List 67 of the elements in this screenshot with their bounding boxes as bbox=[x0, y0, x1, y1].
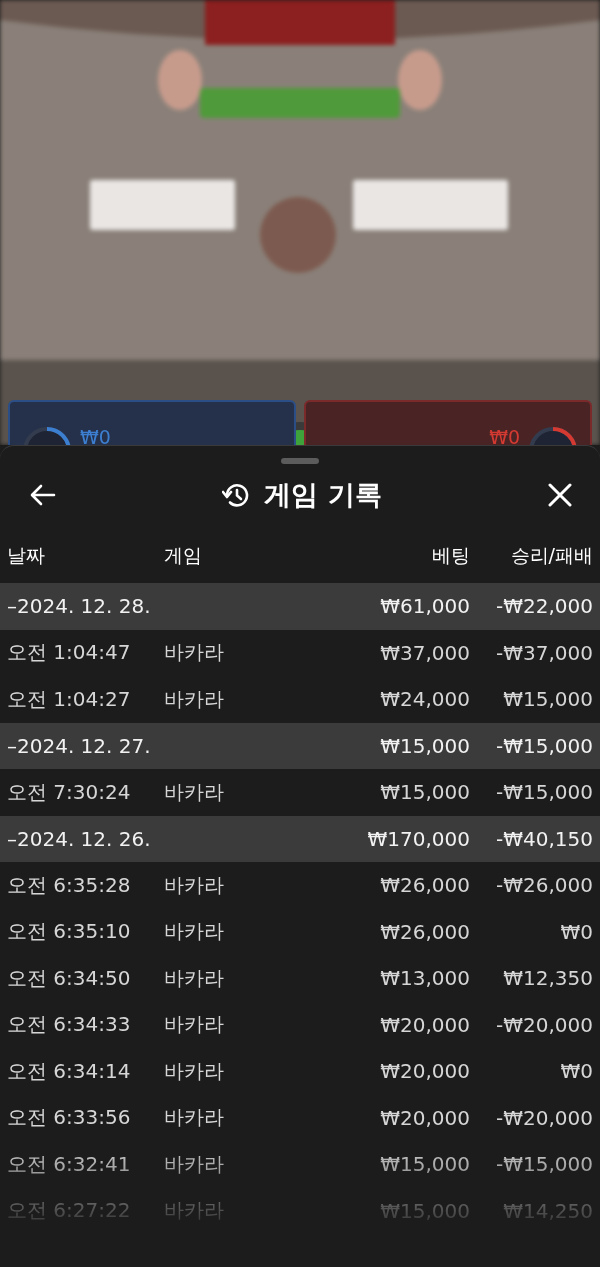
result-cell-text: -₩20,000 bbox=[495, 1105, 593, 1130]
game-cell-text: 바카라 bbox=[163, 918, 225, 946]
game-cell-text: 바카라 bbox=[163, 1057, 225, 1085]
time-cell-text: 오전 6:34:14 bbox=[7, 1057, 132, 1085]
time-cell-text: 오전 6:32:41 bbox=[7, 1150, 132, 1178]
bet-total: ₩15,000 bbox=[379, 733, 470, 758]
game-cell-text: 바카라 bbox=[163, 1011, 225, 1039]
sheet-title: 게임 기록 bbox=[264, 478, 382, 512]
history-icon bbox=[222, 482, 251, 508]
result-cell-text: ₩0 bbox=[559, 1059, 593, 1084]
column-header: 날짜 bbox=[7, 542, 46, 568]
bet-cell-text: ₩37,000 bbox=[379, 640, 470, 665]
close-icon[interactable] bbox=[548, 483, 572, 507]
time-cell-text: 오전 6:33:56 bbox=[7, 1104, 132, 1132]
result-cell-text: -₩26,000 bbox=[495, 873, 593, 898]
bet-cell-text: ₩15,000 bbox=[379, 780, 470, 805]
bet-cell-text: ₩26,000 bbox=[379, 919, 470, 944]
result-cell-text: -₩20,000 bbox=[495, 1012, 593, 1037]
result-cell-text: ₩12,350 bbox=[502, 966, 593, 991]
drag-handle[interactable] bbox=[281, 458, 319, 464]
time-cell-text: 오전 6:34:50 bbox=[7, 964, 132, 992]
date-group-row[interactable]: –2024. 12. 27. ₩15,000 -₩15,000 bbox=[0, 722, 600, 769]
game-cell-text: 바카라 bbox=[163, 1150, 225, 1178]
group-date: –2024. 12. 26. bbox=[7, 826, 152, 851]
bet-cell-text: ₩20,000 bbox=[379, 1059, 470, 1084]
bet-cell-text: ₩26,000 bbox=[379, 873, 470, 898]
game-cell-text: 바카라 bbox=[163, 778, 225, 806]
time-cell-text: 오전 6:35:10 bbox=[7, 918, 132, 946]
bet-cell-text: ₩15,000 bbox=[379, 1152, 470, 1177]
game-cell-text: 바카라 bbox=[163, 685, 225, 713]
time-cell-text: 오전 6:35:28 bbox=[7, 871, 132, 899]
game-cell-text: 바카라 bbox=[163, 871, 225, 899]
time-cell-text: 오전 7:30:24 bbox=[7, 778, 132, 806]
game-cell-text: 바카라 bbox=[163, 639, 225, 667]
time-cell-text: 오전 6:34:33 bbox=[7, 1011, 132, 1039]
time-cell-text: 오전 6:27:22 bbox=[7, 1197, 132, 1225]
bet-amount: ₩0 bbox=[489, 426, 520, 445]
result-total: -₩15,000 bbox=[495, 733, 593, 758]
bet-cell-text: ₩24,000 bbox=[379, 687, 470, 712]
bet-cell-text: ₩13,000 bbox=[379, 966, 470, 991]
date-group-row[interactable]: –2024. 12. 28. ₩61,000 -₩22,000 bbox=[0, 583, 600, 630]
column-header: 게임 bbox=[163, 542, 203, 568]
game-cell-text: 바카라 bbox=[163, 1197, 225, 1225]
column-header: 승리/패배 bbox=[509, 542, 593, 568]
bet-amount: ₩0 bbox=[80, 426, 111, 445]
result-cell-text: ₩15,000 bbox=[502, 687, 593, 712]
back-arrow-icon[interactable] bbox=[30, 484, 56, 506]
result-cell-text: -₩15,000 bbox=[495, 1152, 593, 1177]
result-cell-text: -₩15,000 bbox=[495, 780, 593, 805]
group-date: –2024. 12. 28. bbox=[7, 594, 152, 619]
group-date: –2024. 12. 27. bbox=[7, 733, 152, 758]
result-total: -₩40,150 bbox=[495, 826, 593, 851]
date-group-row[interactable]: –2024. 12. 26. ₩170,000 -₩40,150 bbox=[0, 815, 600, 862]
bet-cell-text: ₩20,000 bbox=[379, 1105, 470, 1130]
result-total: -₩22,000 bbox=[495, 594, 593, 619]
result-cell-text: ₩14,250 bbox=[502, 1198, 593, 1223]
time-cell-text: 오전 1:04:27 bbox=[7, 685, 132, 713]
result-cell-text: -₩37,000 bbox=[495, 640, 593, 665]
result-cell-text: ₩0 bbox=[559, 919, 593, 944]
time-cell-text: 오전 1:04:47 bbox=[7, 639, 132, 667]
bet-cell-text: ₩20,000 bbox=[379, 1012, 470, 1037]
bet-total: ₩61,000 bbox=[379, 594, 470, 619]
bet-total: ₩170,000 bbox=[366, 826, 470, 851]
game-cell-text: 바카라 bbox=[163, 964, 225, 992]
column-header: 베팅 bbox=[431, 542, 470, 568]
bet-cell-text: ₩15,000 bbox=[379, 1198, 470, 1223]
game-cell-text: 바카라 bbox=[163, 1104, 225, 1132]
